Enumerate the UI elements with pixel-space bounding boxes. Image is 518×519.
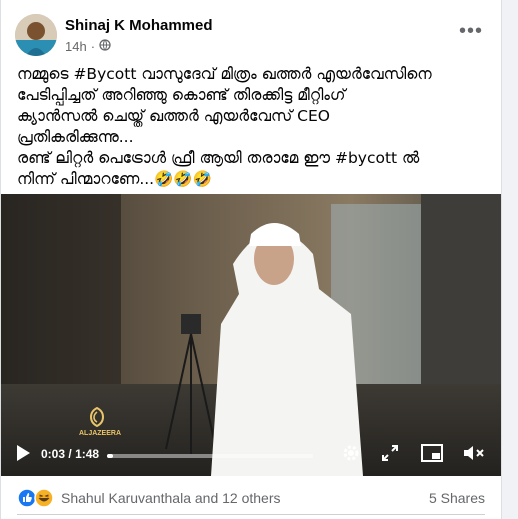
reaction-icons[interactable] <box>17 488 57 508</box>
post-text-line: രണ്ട് ലിറ്റർ പെട്രോൾ ഫ്രീ ആയി തരാമേ ഈ #b… <box>17 149 420 167</box>
author-name[interactable]: Shinaj K Mohammed <box>65 17 213 34</box>
reactions-bar: Shahul Karuvanthala and 12 others 5 Shar… <box>17 486 485 510</box>
mute-icon[interactable] <box>463 444 485 465</box>
video-player[interactable]: 0:03 / 1:48 ALJAZEERA <box>1 194 501 476</box>
footer-divider <box>17 514 485 515</box>
more-dots-icon[interactable]: ••• <box>459 20 483 43</box>
post-time[interactable]: 14h <box>65 39 87 54</box>
settings-gear-icon[interactable] <box>341 443 361 466</box>
watermark-text: ALJAZEERA <box>79 430 122 437</box>
current-time: 0:03 <box>41 447 66 461</box>
post-text-line: പ്രതികരിക്കുന്നു... <box>17 128 134 146</box>
post-text-line: നമ്മുടെ #Bycott വാസുദേവ് മിത്രം ഖത്തർ എയ… <box>17 65 432 83</box>
globe-icon <box>99 39 111 54</box>
play-icon[interactable] <box>15 444 31 465</box>
video-time: 0:03 / 1:48 <box>41 447 99 461</box>
shares-count[interactable]: 5 Shares <box>429 490 485 506</box>
post-text-line: നിന്ന് പിന്മാറണേ...🤣🤣🤣 <box>17 170 213 188</box>
author-avatar[interactable] <box>15 14 57 56</box>
fullscreen-icon[interactable] <box>381 444 399 465</box>
aljazeera-watermark: ALJAZEERA <box>79 406 122 437</box>
post-text-line: ക്യാൻസൽ ചെയ്ത് ഖത്തർ എയർവേസ് CEO <box>17 107 330 125</box>
duration: 1:48 <box>75 447 100 461</box>
video-controls: 0:03 / 1:48 ALJAZEERA <box>1 406 501 476</box>
time-separator: / <box>68 447 72 461</box>
miniplayer-icon[interactable] <box>421 444 443 465</box>
video-progress-bar[interactable] <box>107 454 313 458</box>
post-card: Shinaj K Mohammed 14h · ••• നമ്മുടെ #Byc… <box>0 0 502 519</box>
post-text: നമ്മുടെ #Bycott വാസുദേവ് മിത്രം ഖത്തർ എയ… <box>17 64 487 190</box>
reaction-names[interactable]: Shahul Karuvanthala and 12 others <box>61 490 281 506</box>
post-header: Shinaj K Mohammed 14h · ••• <box>11 12 491 58</box>
post-meta: 14h · <box>65 39 111 54</box>
video-progress-fill <box>107 454 113 458</box>
post-text-line: പേടിപ്പിച്ചത് അറിഞ്ഞു കൊണ്ട് തിരക്കിട്ട … <box>17 86 346 104</box>
